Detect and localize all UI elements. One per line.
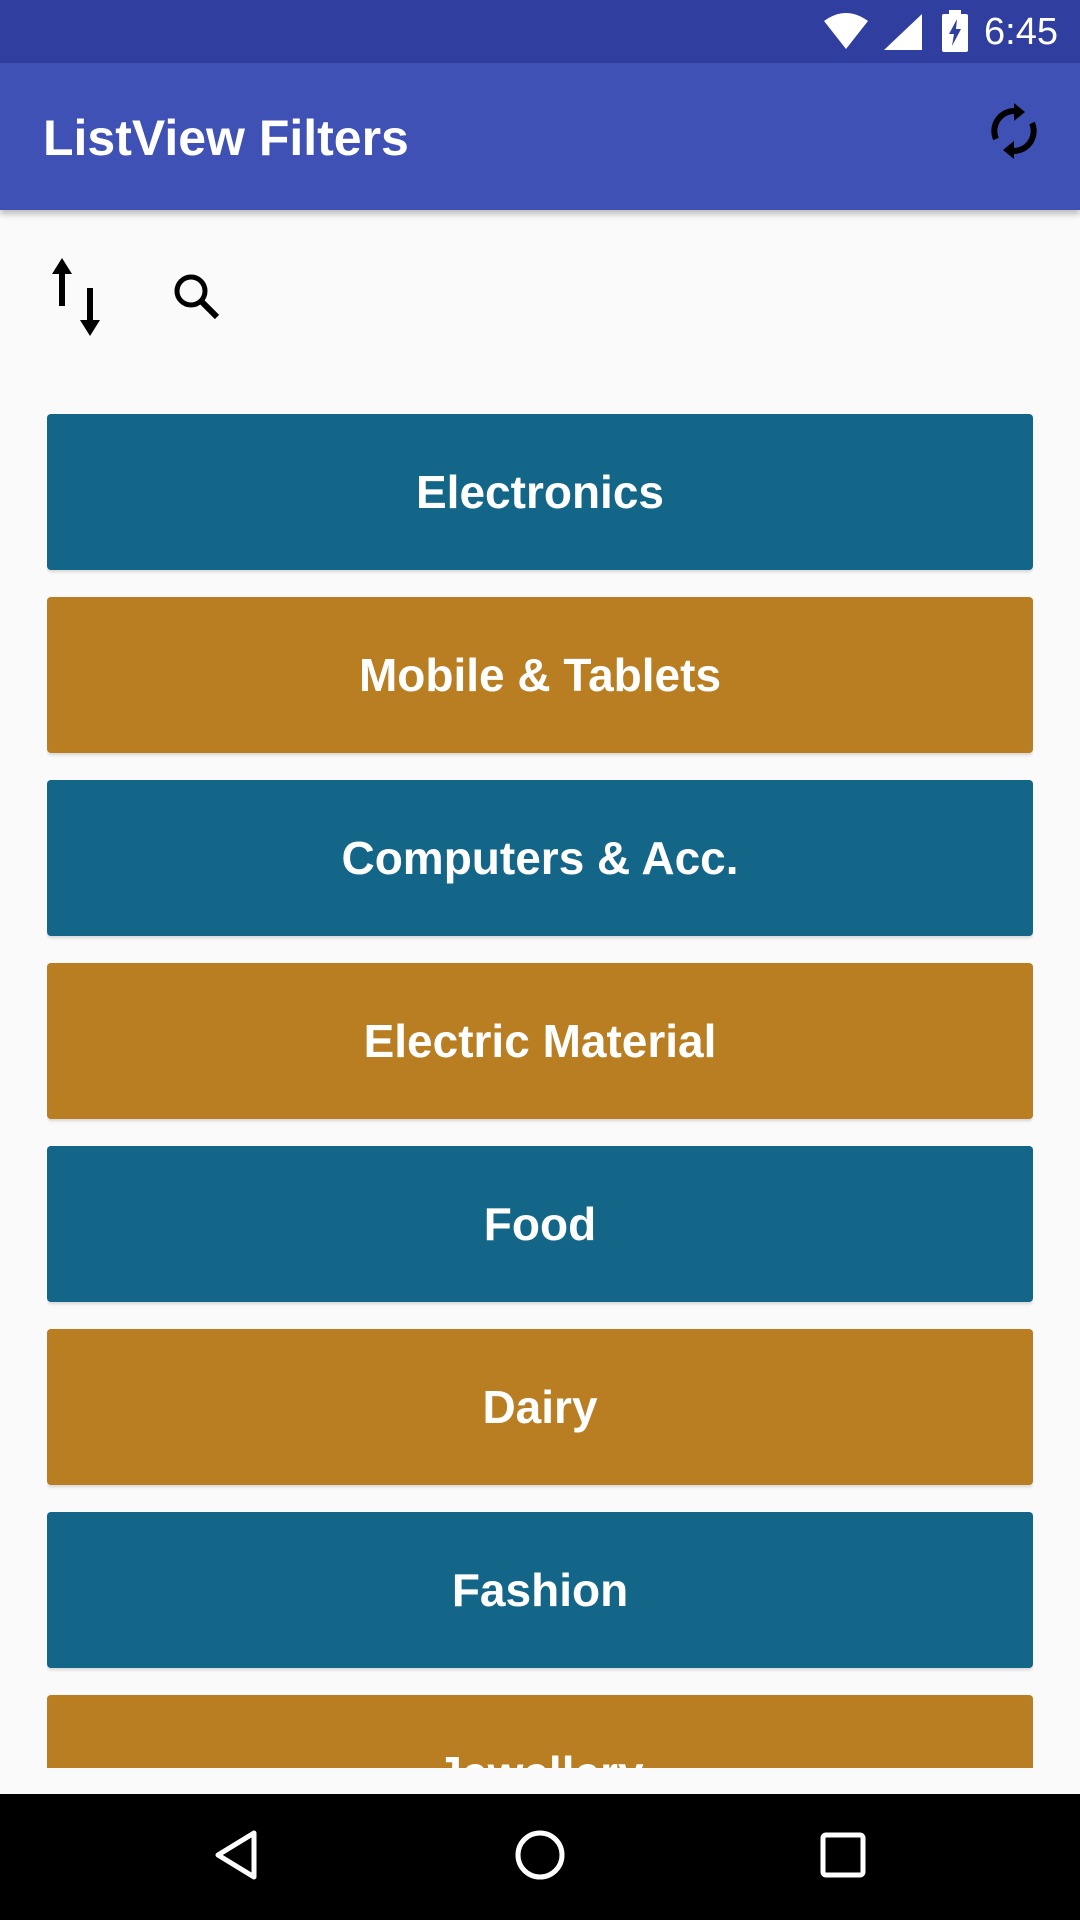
refresh-icon (989, 102, 1039, 164)
search-button[interactable] (152, 254, 242, 344)
page-title: ListView Filters (43, 110, 409, 166)
sort-button[interactable] (37, 254, 127, 344)
list-item[interactable]: Food (47, 1146, 1033, 1302)
list-item[interactable]: Jewellery (47, 1695, 1033, 1768)
wifi-icon (824, 13, 868, 54)
sort-icon (52, 254, 112, 345)
home-button[interactable] (500, 1817, 580, 1897)
recents-button[interactable] (803, 1817, 883, 1897)
list-item[interactable]: Electric Material (47, 963, 1033, 1119)
list-item[interactable]: Fashion (47, 1512, 1033, 1668)
back-icon (212, 1829, 260, 1886)
status-time: 6:45 (984, 11, 1058, 53)
list-item[interactable]: Dairy (47, 1329, 1033, 1485)
list-item[interactable]: Computers & Acc. (47, 780, 1033, 936)
battery-charging-icon (942, 10, 968, 57)
refresh-button[interactable] (982, 101, 1046, 165)
app-bar: ListView Filters (0, 63, 1080, 210)
status-bar: 6:45 (0, 0, 1080, 63)
recents-icon (820, 1832, 866, 1883)
list-item[interactable]: Electronics (47, 414, 1033, 570)
category-list[interactable]: Electronics Mobile & Tablets Computers &… (47, 414, 1033, 1768)
navigation-bar (0, 1794, 1080, 1920)
list-item[interactable]: Mobile & Tablets (47, 597, 1033, 753)
home-icon (514, 1829, 566, 1886)
back-button[interactable] (196, 1817, 276, 1897)
cell-signal-icon (884, 14, 922, 55)
search-icon (172, 272, 222, 327)
